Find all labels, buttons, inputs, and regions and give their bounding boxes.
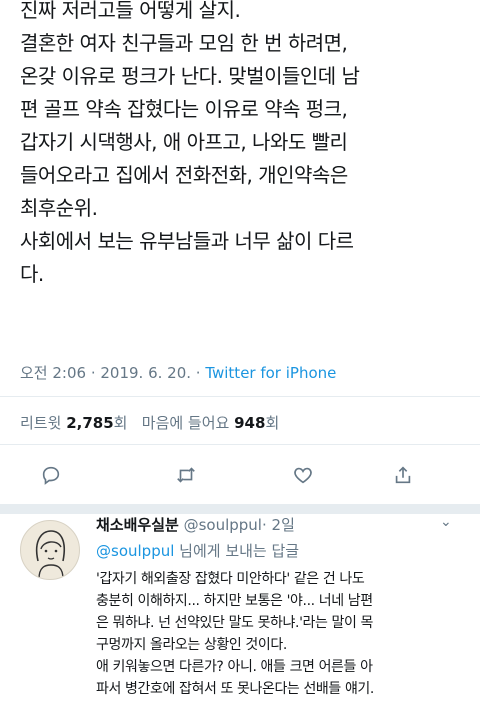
section-divider xyxy=(0,504,480,514)
tweet-line: 진짜 저러고들 어떻게 살지. xyxy=(20,0,241,22)
reply-author-name[interactable]: 채소배우실분 xyxy=(96,516,179,534)
retweet-count: 2,785 xyxy=(66,414,114,432)
reply-button[interactable] xyxy=(36,460,66,490)
share-icon xyxy=(395,466,411,484)
replying-to: @soulppul 님에게 보내는 답글 xyxy=(96,540,299,561)
like-button[interactable] xyxy=(288,460,318,490)
replying-suffix: 님에게 보내는 답글 xyxy=(174,542,300,560)
tweet-line: 온갖 이유로 펑크가 난다. 맞벌이들인데 남 xyxy=(20,64,360,88)
reply-line: 충분히 이해하지... 하지만 보통은 '야... 너네 남편 xyxy=(96,593,373,609)
reply-line: '갑자기 해외출장 잡혔다 미안하다' 같은 건 나도 xyxy=(96,571,365,587)
tweet-source-link[interactable]: Twitter for iPhone xyxy=(205,364,336,382)
reply-time: · 2일 xyxy=(261,516,295,534)
tweet-stats: 리트윗 2,785회 마음에 들어요 948회 xyxy=(20,412,279,433)
tweet-timestamp[interactable]: 오전 2:06 · 2019. 6. 20. · xyxy=(20,364,205,382)
reply-author-handle[interactable]: @soulppul xyxy=(184,516,262,534)
replying-mention[interactable]: @soulppul xyxy=(96,542,174,560)
retweet-stat[interactable]: 리트윗 2,785회 xyxy=(20,414,127,432)
divider xyxy=(0,396,480,397)
like-unit: 회 xyxy=(265,414,280,432)
tweet-line: 결혼한 여자 친구들과 모임 한 번 하려면, xyxy=(20,31,348,55)
avatar-illustration xyxy=(35,530,66,579)
reply-line: 구멍까지 올라오는 상황인 것이다. xyxy=(96,637,287,653)
tweet-line: 다. xyxy=(20,262,44,286)
reply-icon xyxy=(42,466,60,485)
tweet-line: 편 골프 약속 잡혔다는 이유로 약속 펑크, xyxy=(20,97,348,121)
tweet-line: 갑자기 시댁행사, 애 아프고, 나와도 빨리 xyxy=(20,130,348,154)
share-button[interactable] xyxy=(388,460,418,490)
chevron-down-icon[interactable]: ⌄ xyxy=(440,514,452,530)
retweet-unit: 회 xyxy=(113,414,128,432)
tweet-line: 들어오라고 집에서 전화전화, 개인약속은 xyxy=(20,163,348,187)
reply-line: 은 뭐하냐. 넌 선약있단 말도 못하냐.'라는 말이 목 xyxy=(96,615,374,631)
reply-header: 채소배우실분 @soulppul· 2일 xyxy=(96,514,295,535)
like-count: 948 xyxy=(234,414,266,432)
tweet-line: 최후순위. xyxy=(20,196,98,220)
tweet-actions xyxy=(0,460,480,490)
tweet-line: 사회에서 보는 유부남들과 너무 삶이 다르 xyxy=(20,229,354,253)
like-label: 마음에 들어요 xyxy=(141,414,230,432)
avatar[interactable] xyxy=(20,520,80,580)
tweet-text: 진짜 저러고들 어떻게 살지. 결혼한 여자 친구들과 모임 한 번 하려면, … xyxy=(20,0,470,291)
divider xyxy=(0,444,480,445)
retweet-icon xyxy=(177,467,195,483)
retweet-button[interactable] xyxy=(171,460,201,490)
like-icon xyxy=(294,467,312,484)
like-stat[interactable]: 마음에 들어요 948회 xyxy=(142,414,279,432)
reply-line: 애 키워놓으면 다른가? 아니. 애들 크면 어른들 아 xyxy=(96,659,373,675)
reply-text: '갑자기 해외출장 잡혔다 미안하다' 같은 건 나도 충분히 이해하지... … xyxy=(96,568,471,700)
tweet-meta: 오전 2:06 · 2019. 6. 20. · Twitter for iPh… xyxy=(20,362,336,383)
reply-line: 파서 병간호에 잡혀서 또 못나온다는 선배들 얘기. xyxy=(96,681,374,697)
retweet-label: 리트윗 xyxy=(20,414,62,432)
